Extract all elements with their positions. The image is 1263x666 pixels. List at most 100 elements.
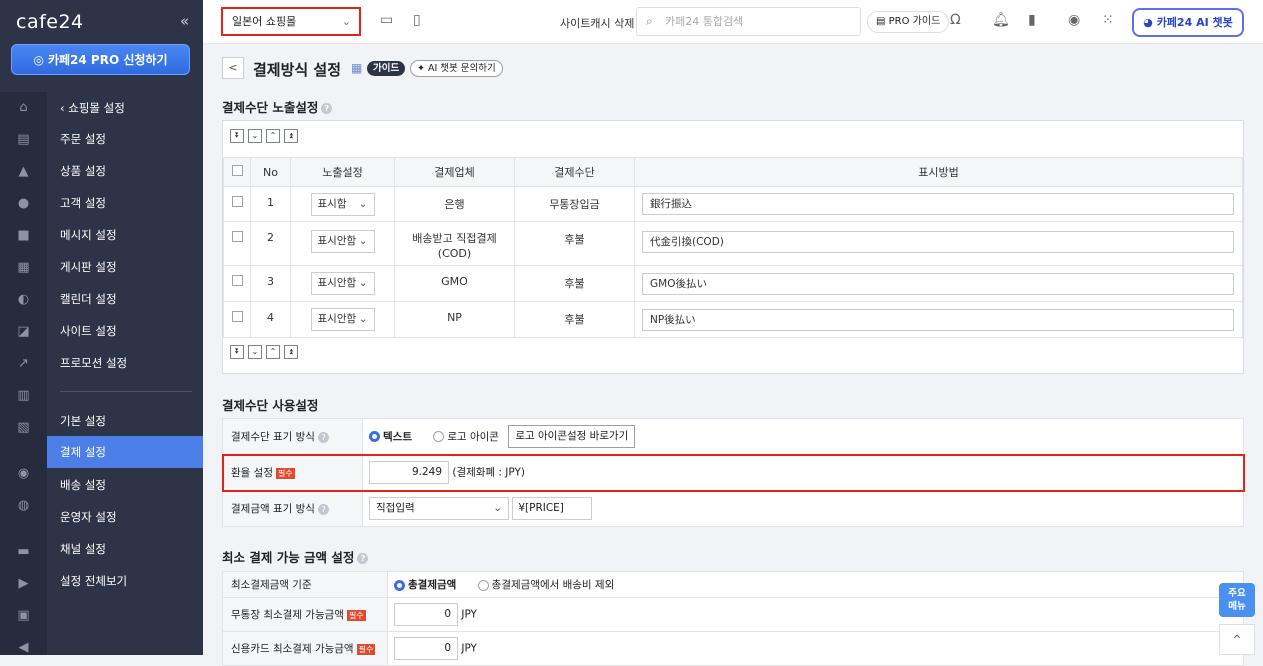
menu-item-customer[interactable]: 고객 설정 [47,187,203,219]
account-icon[interactable]: ◉ [1068,12,1080,28]
label-input[interactable]: 銀行振込 [642,193,1234,215]
pro-apply-button[interactable]: ◎ 카페24 PRO 신청하기 [11,44,190,75]
card-min-label: 신용카드 최소결제 가능금액 필수 [222,631,388,666]
promotion-icon[interactable]: ◪ [16,324,31,339]
mobile-icon[interactable]: ▯ [413,12,421,28]
headset-icon[interactable]: Ω [950,12,961,28]
help-icon[interactable]: ? [321,103,333,114]
row-checkbox[interactable] [231,311,243,322]
radio-excl-shipping-option[interactable]: 총결제금액에서 배송비 제외 [477,579,614,591]
label-input[interactable]: GMO後払い [642,273,1234,295]
stats-icon[interactable]: ▥ [16,388,31,403]
menu-item-shipping[interactable]: 배송 설정 [47,469,203,501]
move-bottom-icon[interactable]: ⏬︎ [230,345,244,359]
move-top-icon[interactable]: ⏫︎ [284,129,298,143]
bank-min-input[interactable]: 0 [394,603,458,626]
home-icon[interactable]: ⌂ [16,100,31,115]
row-checkbox[interactable] [231,196,243,207]
menu-back-shop-settings[interactable]: ‹ 쇼핑몰 설정 [47,92,203,124]
cafe24-logo[interactable]: cafe24 [16,11,84,33]
shop-icon[interactable]: ▣ [16,608,31,623]
label-input[interactable]: NP後払い [642,309,1234,331]
calendar-icon[interactable]: ▦ [351,61,362,75]
globe-icon[interactable]: ◍ [16,498,31,513]
menu-item-message[interactable]: 메시지 설정 [47,219,203,251]
table-row: 3 표시안함 ⌄ GMO 후불 GMO後払い [223,265,1243,302]
back-button[interactable]: < [222,57,244,79]
menu-item-basic[interactable]: 기본 설정 [47,405,203,437]
card-min-cell: 0 JPY [387,631,1244,666]
display-select[interactable]: 표시함 ⌄ [310,193,375,216]
radio-total-label: 총결제금액 [408,579,457,591]
row-checkbox[interactable] [231,231,243,242]
ai-chatbot-button[interactable]: ◕ 카페24 AI 챗봇 [1132,8,1244,37]
display-select[interactable]: 표시안함 ⌄ [310,230,375,253]
menu-item-site[interactable]: 사이트 설정 [47,315,203,347]
ai-chatbot-label: 카페24 AI 챗봇 [1156,16,1233,29]
user-icon[interactable]: ● [16,196,31,211]
guide-badge[interactable]: 가이드 [367,61,406,76]
radio-text-option[interactable]: 텍스트 [369,431,412,443]
move-down-icon[interactable]: ⌄ [248,345,262,359]
menu-item-product[interactable]: 상품 설정 [47,155,203,187]
shirt-icon[interactable]: ▲ [16,164,31,179]
search-input[interactable]: ⌕ 카페24 통합검색 [636,7,861,36]
shop-select[interactable]: 일본어 쇼핑몰 ⌄ [221,7,361,36]
ai-question-button[interactable]: ✦ AI 챗봇 문의하기 [410,60,503,77]
megaphone-icon[interactable]: ◀ [16,640,31,655]
menu-item-operator[interactable]: 운영자 설정 [47,501,203,533]
display-select[interactable]: 표시안함 ⌄ [310,272,375,295]
exchange-rate-input[interactable]: 9.249 [369,461,449,484]
logo-icon-settings-button[interactable]: 로고 아이콘설정 바로가기 [508,425,636,448]
youtube-icon[interactable]: ▶ [16,576,31,591]
quick-menu-button[interactable]: 주요 메뉴 [1219,583,1255,617]
min-basis-row: 최소결제금액 기준 총결제금액 총결제금액에서 배송비 제외 [222,571,1244,598]
move-up-icon[interactable]: ⌃ [266,345,280,359]
palette-icon[interactable]: ◐ [16,292,31,307]
bookmark-icon[interactable]: ▮ [1028,12,1036,28]
menu-item-order[interactable]: 주문 설정 [47,123,203,155]
bank-min-cell: 0 JPY [387,597,1244,632]
menu-item-board[interactable]: 게시판 설정 [47,251,203,283]
amount-format-label: 결제금액 표기 방식? [222,490,363,527]
menu-item-channel[interactable]: 채널 설정 [47,533,203,565]
menu-item-calendar[interactable]: 캘린더 설정 [47,283,203,315]
pro-guide-button[interactable]: ▤ PRO 가이드 [867,11,950,33]
collapse-sidebar-icon[interactable]: « [180,12,189,30]
apps-grid-icon[interactable]: ⁙ [1102,12,1114,28]
board-icon[interactable]: ▦ [16,260,31,275]
cache-delete-link[interactable]: 사이트캐시 삭제 [560,15,634,31]
menu-item-promotion[interactable]: 프로모션 설정 [47,347,203,379]
radio-total-option[interactable]: 총결제금액 [394,579,456,591]
help-icon[interactable]: ? [317,503,329,515]
help-icon[interactable]: ? [317,431,329,443]
cart-icon[interactable]: ▤ [16,132,31,147]
bell-icon[interactable]: 🔔︎ [992,12,1010,28]
menu-item-payment[interactable]: 결제 설정 [47,436,203,468]
exchange-rate-label: 환율 설정 필수 [222,454,363,491]
label-input[interactable]: 代金引換(COD) [642,231,1234,253]
move-top-icon[interactable]: ⏫︎ [284,345,298,359]
report-icon[interactable]: ▧ [16,420,31,435]
row-checkbox[interactable] [231,275,243,286]
move-bottom-icon[interactable]: ⏬︎ [230,129,244,143]
amount-format-select[interactable]: 직접입력 ⌄ [369,497,509,520]
scroll-top-button[interactable]: ^ [1219,624,1255,655]
select-all-checkbox[interactable] [231,165,243,176]
bank-min-row: 무통장 최소결제 가능금액 필수 0 JPY [222,597,1244,632]
card-min-input[interactable]: 0 [394,637,458,660]
amount-format-input[interactable]: ¥[PRICE] [512,497,593,520]
chart-icon[interactable]: ↗ [16,356,31,371]
menu-item-all-settings[interactable]: 설정 전체보기 [47,565,203,597]
row-label-cell: 銀行振込 [634,186,1243,222]
truck-icon[interactable]: ▬ [16,544,31,559]
chat-icon[interactable]: ■ [16,228,31,243]
desktop-icon[interactable]: ▭ [380,12,393,28]
display-select[interactable]: 표시안함 ⌄ [310,308,375,331]
help-icon[interactable]: ? [357,553,369,564]
required-badge: 필수 [346,609,366,621]
move-up-icon[interactable]: ⌃ [266,129,280,143]
move-down-icon[interactable]: ⌄ [248,129,262,143]
award-icon[interactable]: ◉ [16,466,31,481]
radio-logo-option[interactable]: 로고 아이콘 [433,431,499,443]
